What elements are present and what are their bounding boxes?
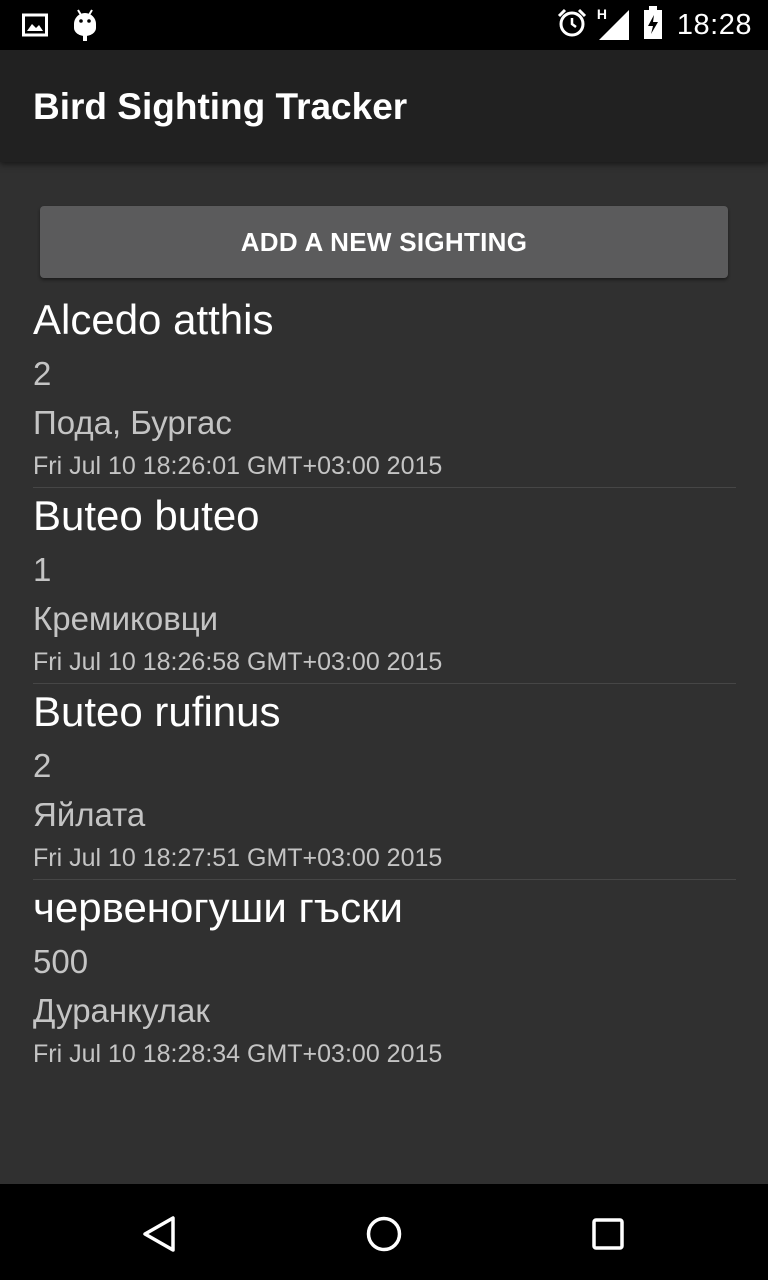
list-item[interactable]: червеногуши гъски 500 Дуранкулак Fri Jul… xyxy=(33,880,736,1076)
app-title: Bird Sighting Tracker xyxy=(33,86,408,127)
battery-icon xyxy=(643,5,663,45)
sighting-count: 2 xyxy=(33,747,52,784)
signal-icon: H xyxy=(597,6,631,42)
species-name: червеногуши гъски xyxy=(33,884,403,931)
species-name: Alcedo atthis xyxy=(33,296,274,343)
screen: H 18:28 Bird Sighting Tracker ADD A NEW … xyxy=(0,0,768,1280)
main-content: ADD A NEW SIGHTING Alcedo atthis 2 Пода,… xyxy=(0,162,768,1184)
action-bar: Bird Sighting Tracker xyxy=(0,50,768,162)
sighting-location: Кремиковци xyxy=(33,600,219,637)
back-icon xyxy=(143,1216,175,1252)
recents-icon xyxy=(592,1218,624,1250)
recents-button[interactable] xyxy=(576,1202,640,1266)
notification-area xyxy=(22,8,98,47)
navigation-bar xyxy=(0,1184,768,1280)
sighting-date: Fri Jul 10 18:27:51 GMT+03:00 2015 xyxy=(33,844,443,872)
home-button[interactable] xyxy=(352,1202,416,1266)
sighting-count: 1 xyxy=(33,551,52,588)
status-bar: H 18:28 xyxy=(0,0,768,50)
list-item[interactable]: Buteo buteo 1 Кремиковци Fri Jul 10 18:2… xyxy=(33,488,736,684)
back-button[interactable] xyxy=(128,1202,192,1266)
home-icon xyxy=(366,1216,402,1252)
list-item[interactable]: Alcedo atthis 2 Пода, Бургас Fri Jul 10 … xyxy=(33,292,736,488)
alarm-icon xyxy=(557,8,587,43)
sightings-list[interactable]: Alcedo atthis 2 Пода, Бургас Fri Jul 10 … xyxy=(33,292,736,1076)
list-item[interactable]: Buteo rufinus 2 Яйлата Fri Jul 10 18:27:… xyxy=(33,684,736,880)
species-name: Buteo buteo xyxy=(33,492,260,539)
sighting-location: Пода, Бургас xyxy=(33,404,232,441)
add-sighting-button[interactable]: ADD A NEW SIGHTING xyxy=(40,206,728,278)
sighting-count: 2 xyxy=(33,355,52,392)
sighting-date: Fri Jul 10 18:28:34 GMT+03:00 2015 xyxy=(33,1040,443,1068)
sighting-date: Fri Jul 10 18:26:01 GMT+03:00 2015 xyxy=(33,452,443,480)
sighting-location: Дуранкулак xyxy=(33,992,210,1029)
sighting-date: Fri Jul 10 18:26:58 GMT+03:00 2015 xyxy=(33,648,443,676)
status-icons: H 18:28 xyxy=(557,0,752,50)
species-name: Buteo rufinus xyxy=(33,688,281,735)
android-notification-icon xyxy=(72,8,98,47)
sighting-location: Яйлата xyxy=(33,796,146,833)
status-clock: 18:28 xyxy=(676,8,752,41)
image-notification-icon xyxy=(22,13,48,42)
sighting-count: 500 xyxy=(33,943,89,980)
